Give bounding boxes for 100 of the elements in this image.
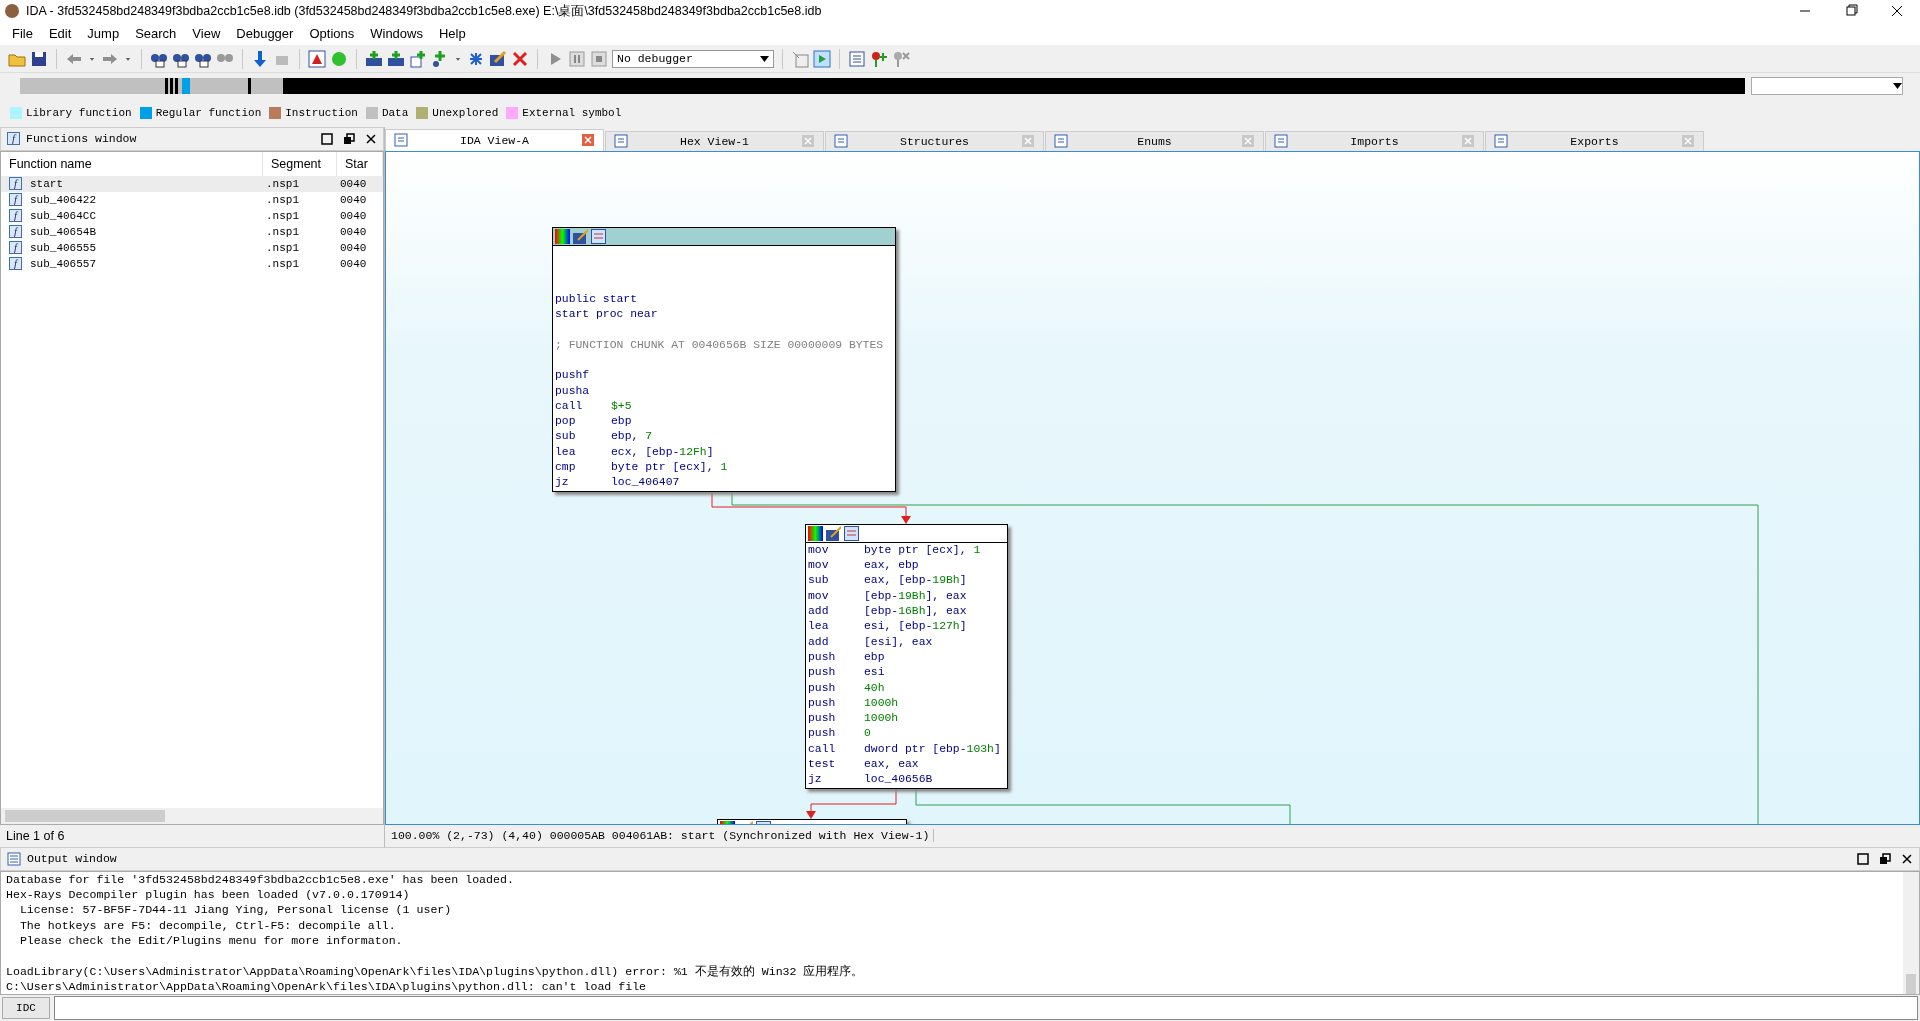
panel-title: Output window [27,852,117,866]
down-arrow-icon[interactable] [251,49,269,68]
debugger-dropdown[interactable]: No debugger [612,49,774,68]
column-header[interactable]: Star [337,151,383,176]
operand: loc_40656B [864,773,933,786]
close-icon[interactable] [1901,852,1913,865]
horizontal-scrollbar[interactable] [1,807,383,824]
panel-title: Functions window [26,132,137,146]
stop-icon[interactable] [590,49,608,68]
add-string-icon[interactable] [409,49,427,68]
mnemonic: mov [808,543,829,556]
mnemonic: sub [808,574,829,587]
command-input[interactable] [54,996,1918,1021]
float-icon[interactable] [343,132,355,145]
add-data-icon[interactable] [387,49,405,68]
remove-breakpoint-icon[interactable] [892,49,910,68]
segment-cell-text: .nsp1 [265,193,300,206]
menu-item[interactable]: View [184,23,229,43]
view-tab[interactable]: Enums [1045,130,1264,151]
tab-icon [1494,134,1508,149]
view-tab[interactable]: Exports [1485,130,1704,151]
function-row[interactable]: f sub_4064CC .nsp1 0040 [1,207,383,224]
mnemonic: test [808,758,836,771]
menu-item[interactable]: Options [301,23,363,43]
column-header[interactable]: Segment [263,151,337,176]
operand: esi, [ebp-127h] [864,620,967,633]
maximize-icon[interactable] [321,132,333,145]
menu-item[interactable]: Edit [40,23,80,43]
edit-icon[interactable] [573,228,588,244]
start-cell-text: 0040 [339,177,368,190]
segment-dropdown[interactable] [1751,77,1903,96]
function-row[interactable]: f sub_406557 .nsp1 0040 [1,255,383,272]
function-name: start [30,177,63,190]
run-icon[interactable] [813,49,831,68]
mnemonic: jz [808,773,822,786]
menu-item[interactable]: Windows [362,23,431,43]
warning-icon[interactable] [308,49,326,68]
start-cell-text: 0040 [339,257,368,270]
operand: eax, eax [864,758,919,771]
operand: eax, ebp [864,559,919,572]
step-icon[interactable] [791,49,809,68]
mnemonic: sub [555,430,576,443]
menu-item[interactable]: File [4,23,41,43]
menu-item[interactable]: Search [127,23,185,43]
delete-icon[interactable] [511,49,529,68]
tab-icon [834,134,848,149]
save-icon[interactable] [30,49,48,68]
menu-item[interactable]: Jump [79,23,128,43]
close-icon[interactable] [365,132,377,145]
operand: byte ptr [ecx], 1 [611,461,728,474]
code-block[interactable]: public start start proc near ; FUNCTION CHUNK AT 0040656B SIZE 00000009 BYTES pushf pusha call $+5 pop ebp sub ebp, 7 lea ecx, [ebp-12Fh] cmp byte ptr [ecx], 1 jz loc_406407 [552,226,896,492]
function-icon: f [9,177,22,191]
dropdown-arrow-icon [1893,83,1902,90]
start-cell-text: 0040 [339,209,368,222]
code-block[interactable] [805,523,1008,789]
function-icon: f [9,257,22,271]
operand: 1000h [864,696,899,709]
function-name: sub_406555 [30,241,96,254]
vertical-scrollbar[interactable] [1903,871,1919,995]
maximize-icon[interactable] [1857,852,1869,865]
edit-icon[interactable] [826,525,841,541]
function-row[interactable]: f sub_406422 .nsp1 0040 [1,191,383,208]
menu-item[interactable]: Help [431,23,474,43]
graph-view-icon[interactable] [591,228,606,244]
view-tab[interactable]: Structures [825,130,1044,151]
function-row[interactable]: f start .nsp1 0040 [1,175,383,192]
function-name: sub_40654B [30,225,96,238]
operand: ebp [864,650,885,663]
function-row[interactable]: f sub_40654B .nsp1 0040 [1,223,383,240]
view-tab[interactable]: Imports [1265,130,1484,151]
mnemonic: call [808,742,836,755]
edit-icon[interactable] [489,49,507,68]
operand: ebp, 7 [611,430,653,443]
add-code-icon[interactable] [365,49,383,68]
document-icon [7,851,21,866]
color-palette-icon[interactable] [555,228,570,244]
float-icon[interactable] [1879,852,1891,865]
language-button[interactable]: IDC [2,997,50,1020]
legend-label: Instruction [285,107,358,119]
mnemonic: push [808,712,836,725]
view-tab[interactable]: Hex View-1 [605,130,824,151]
function-icon: f [9,193,22,207]
function-icon: f [9,225,22,239]
column-header[interactable]: Function name [1,151,263,176]
view-tab[interactable]: IDA View-A [385,128,604,151]
mnemonic: push [808,681,836,694]
operand: esi [864,666,885,679]
segment-cell-text: .nsp1 [265,257,300,270]
graph-view-icon[interactable] [844,525,859,541]
color-palette-icon[interactable] [808,525,823,541]
pause-icon[interactable] [568,49,586,68]
start-cell-text: 0040 [339,225,368,238]
breakpoint-icon[interactable] [870,49,888,68]
function-row[interactable]: f sub_406555 .nsp1 0040 [1,239,383,256]
mnemonic: push [808,727,836,740]
navigation-band[interactable] [20,78,1745,95]
list-icon[interactable] [848,49,866,68]
legend-label: Library function [26,107,132,119]
function-name: sub_406557 [30,257,96,270]
menu-item[interactable]: Debugger [228,23,302,43]
